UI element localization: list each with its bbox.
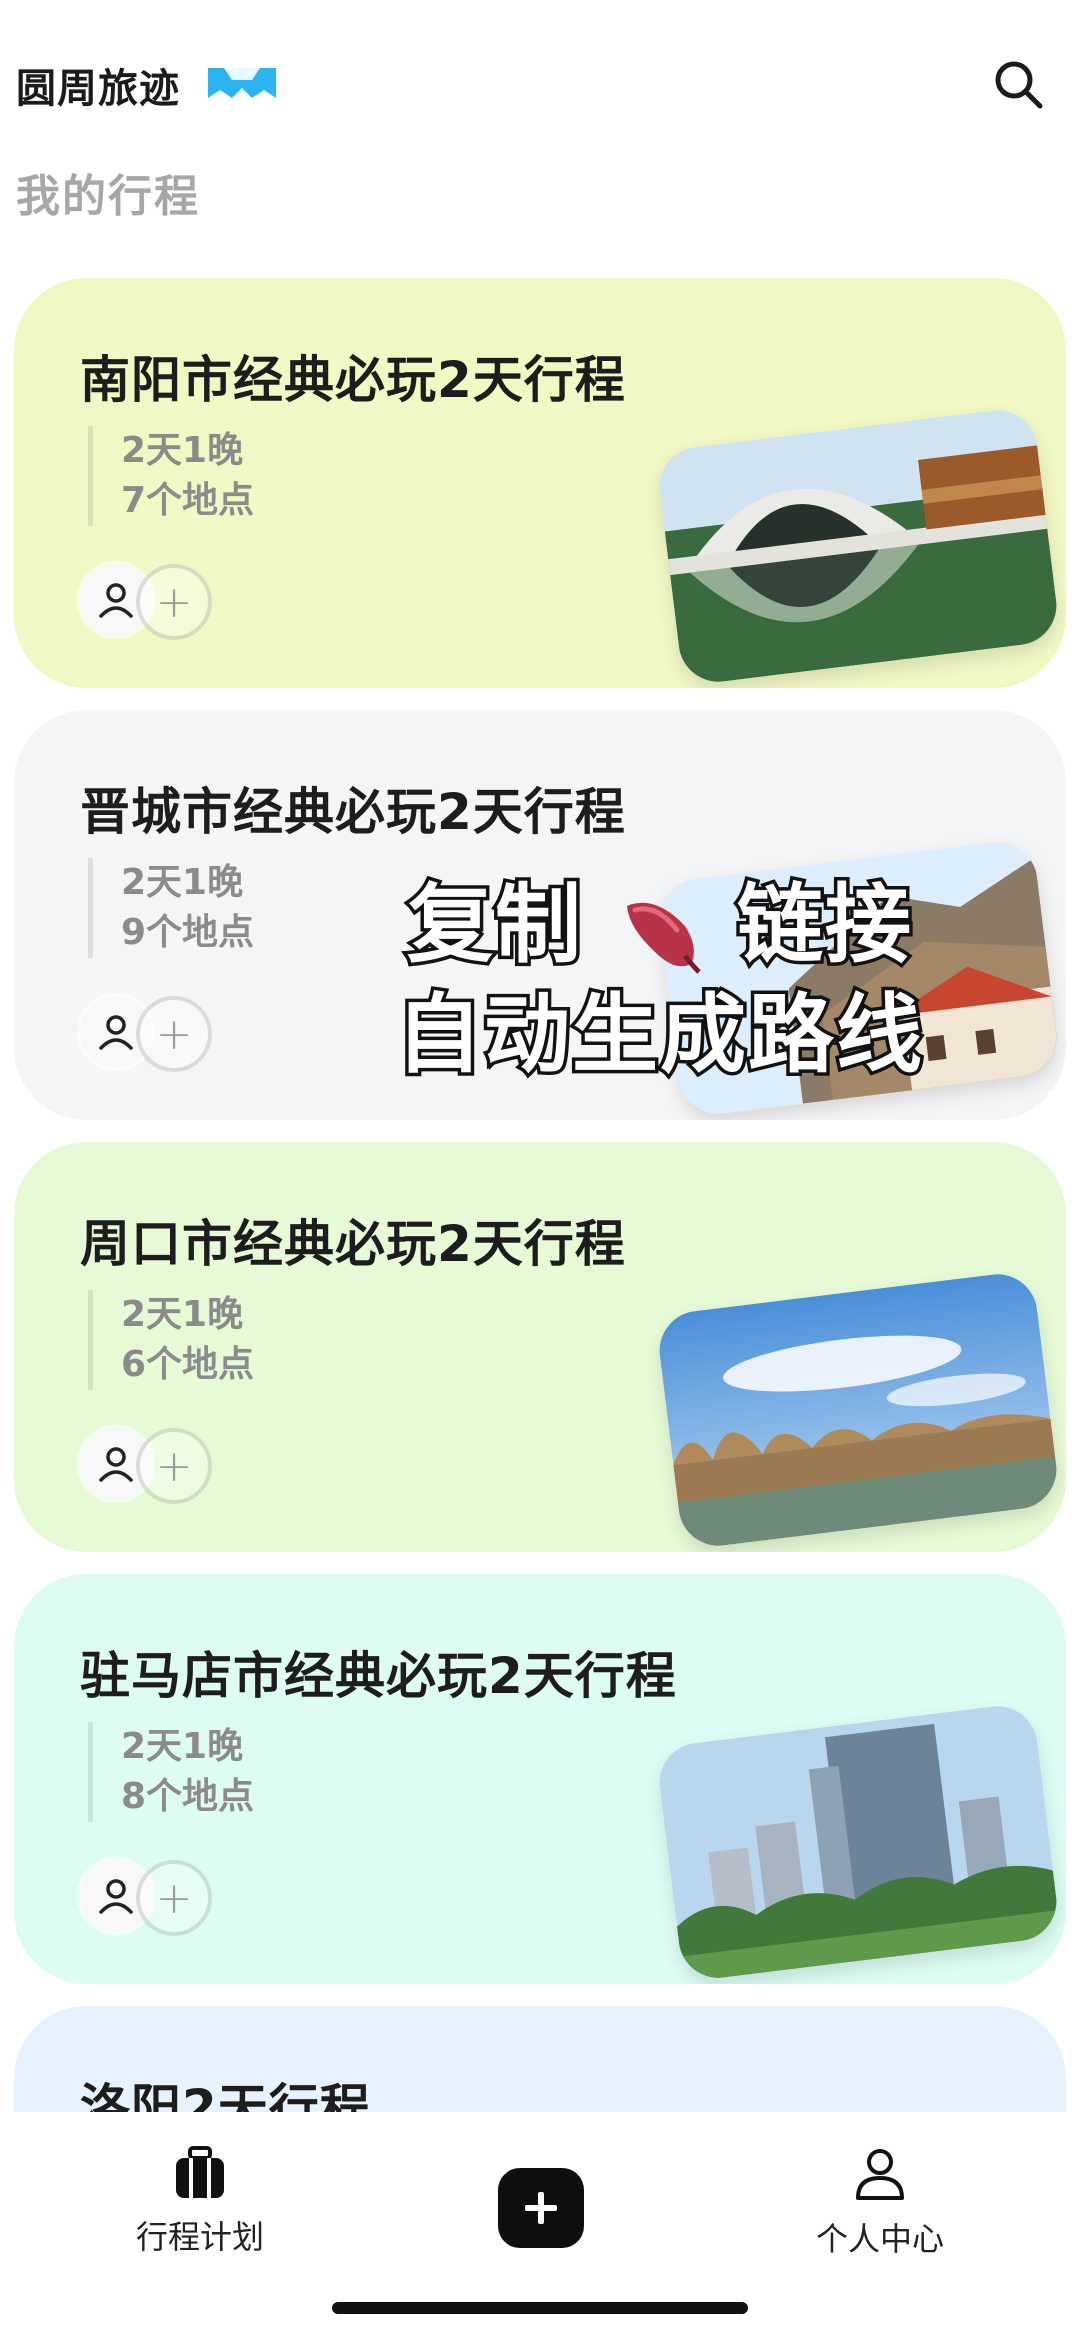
trip-title: 南阳市经典必玩2天行程 bbox=[80, 351, 626, 409]
trip-duration: 2天1晚 bbox=[121, 862, 244, 903]
trip-meta: 2天1晚 7个地点 bbox=[88, 426, 254, 526]
person-icon bbox=[99, 583, 133, 618]
nav-profile-label: 个人中心 bbox=[815, 2220, 944, 2258]
section-title: 我的行程 bbox=[16, 171, 200, 222]
trip-duration: 2天1晚 bbox=[121, 1726, 244, 1767]
app-screen: 圆周旅迹 我的行程 南阳市经典必玩2天行程 2天1晚 7个地点 + 晋城市经典必… bbox=[0, 0, 1080, 2340]
stone-bridge-photo bbox=[655, 405, 1061, 687]
search-button[interactable] bbox=[986, 52, 1050, 116]
person-icon bbox=[856, 2149, 904, 2200]
nav-trip-plan-label: 行程计划 bbox=[135, 2218, 264, 2256]
person-icon bbox=[99, 1447, 133, 1482]
add-member-button[interactable]: + bbox=[136, 996, 212, 1072]
trip-title: 周口市经典必玩2天行程 bbox=[80, 1215, 626, 1273]
trip-card[interactable]: 周口市经典必玩2天行程 2天1晚 6个地点 + bbox=[14, 1142, 1066, 1552]
add-member-button[interactable]: + bbox=[136, 1428, 212, 1504]
trip-meta: 2天1晚 9个地点 bbox=[88, 858, 254, 958]
trip-duration: 2天1晚 bbox=[121, 430, 244, 471]
trip-duration: 2天1晚 bbox=[121, 1294, 244, 1335]
trip-card[interactable]: 晋城市经典必玩2天行程 2天1晚 9个地点 + bbox=[14, 710, 1066, 1120]
person-icon bbox=[99, 1015, 133, 1050]
trip-card[interactable]: 驻马店市经典必玩2天行程 2天1晚 8个地点 + bbox=[14, 1574, 1066, 1984]
add-trip-button[interactable] bbox=[498, 2168, 584, 2248]
suitcase-icon bbox=[176, 2146, 224, 2198]
trip-list: 南阳市经典必玩2天行程 2天1晚 7个地点 + 晋城市经典必玩2天行程 2天1晚… bbox=[14, 278, 1066, 2340]
trip-meta: 2天1晚 6个地点 bbox=[88, 1290, 254, 1390]
nav-trip-plan[interactable]: 行程计划 bbox=[100, 2146, 300, 2258]
trip-card[interactable]: 南阳市经典必玩2天行程 2天1晚 7个地点 + bbox=[14, 278, 1066, 688]
bottom-nav: 行程计划 个人中心 bbox=[0, 2112, 1080, 2340]
trip-place-count: 8个地点 bbox=[121, 1776, 255, 1817]
nav-profile[interactable]: 个人中心 bbox=[780, 2146, 980, 2260]
search-icon bbox=[995, 61, 1043, 109]
trip-title: 晋城市经典必玩2天行程 bbox=[80, 783, 626, 841]
trip-place-count: 7个地点 bbox=[121, 480, 255, 521]
trip-meta: 2天1晚 8个地点 bbox=[88, 1722, 254, 1822]
lake-trees-photo bbox=[655, 1269, 1061, 1551]
city-towers-photo bbox=[655, 1701, 1061, 1983]
add-member-button[interactable]: + bbox=[136, 1860, 212, 1936]
app-title: 圆周旅迹 bbox=[16, 66, 180, 112]
plus-icon bbox=[525, 2192, 557, 2224]
trip-place-count: 6个地点 bbox=[121, 1344, 255, 1385]
flag-logo-icon bbox=[208, 68, 276, 98]
header: 圆周旅迹 bbox=[0, 40, 1080, 130]
person-icon bbox=[99, 1879, 133, 1914]
add-member-button[interactable]: + bbox=[136, 564, 212, 640]
home-indicator[interactable] bbox=[332, 2302, 748, 2314]
mountain-village-photo bbox=[655, 837, 1061, 1119]
trip-title: 驻马店市经典必玩2天行程 bbox=[80, 1647, 677, 1705]
trip-place-count: 9个地点 bbox=[121, 912, 255, 953]
